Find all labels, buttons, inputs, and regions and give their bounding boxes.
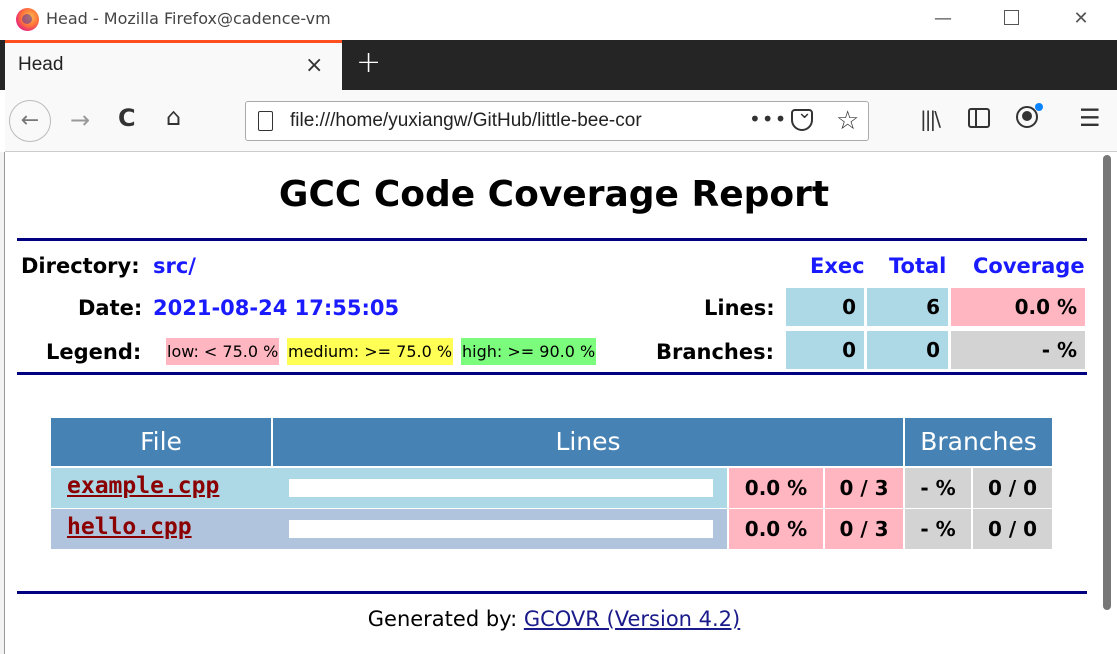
window-titlebar: Head - Mozilla Firefox@cadence-vm — ✕ (0, 0, 1117, 40)
new-tab-button[interactable]: + (356, 45, 381, 80)
branch-coverage-ratio: 0 / 0 (973, 509, 1052, 549)
account-notification-dot (1035, 103, 1043, 111)
maximize-icon (1003, 10, 1019, 25)
lines-coverage-value: 0.0 % (951, 288, 1085, 326)
maximize-button[interactable] (988, 4, 1034, 34)
table-row: example.cpp (51, 468, 727, 508)
branch-coverage-percent: - % (905, 509, 971, 549)
coverage-bar (289, 479, 713, 497)
coverage-column-header: Coverage (973, 254, 1085, 278)
lines-exec-value: 0 (786, 288, 864, 326)
legend-low: low: < 75.0 % (166, 338, 280, 365)
window-close-button[interactable]: ✕ (1058, 4, 1104, 34)
forward-button[interactable]: → (70, 108, 90, 132)
total-column-header: Total (889, 254, 947, 278)
legend-label: Legend: (46, 340, 142, 364)
back-button[interactable]: ← (9, 100, 51, 142)
page-content: GCC Code Coverage Report Directory: src/… (5, 152, 1117, 654)
branches-summary-label: Branches: (656, 340, 775, 364)
directory-value: src/ (153, 254, 196, 278)
url-text[interactable]: file:///home/yuxiangw/GitHub/little-bee-… (290, 110, 718, 132)
line-coverage-percent: 0.0 % (729, 468, 823, 508)
tab-head[interactable]: Head × (5, 40, 342, 90)
file-link[interactable]: hello.cpp (67, 514, 192, 540)
url-bar[interactable]: file:///home/yuxiangw/GitHub/little-bee-… (245, 101, 869, 141)
footer-rule (17, 591, 1087, 594)
legend-medium: medium: >= 75.0 % (287, 338, 454, 365)
minimize-button[interactable]: — (920, 4, 966, 34)
sidebar-toggle-icon[interactable] (968, 108, 990, 128)
pocket-icon[interactable] (791, 102, 813, 131)
account-icon[interactable] (1016, 106, 1038, 128)
footer-prefix: Generated by: (367, 607, 518, 631)
tab-label: Head (18, 54, 64, 75)
window-title: Head - Mozilla Firefox@cadence-vm (46, 9, 331, 28)
top-rule (17, 238, 1087, 241)
coverage-bar (289, 520, 713, 538)
page-actions-button[interactable]: ••• (749, 107, 787, 131)
firefox-logo-icon (16, 8, 39, 31)
page-icon (258, 111, 273, 131)
tab-strip: Head × + (0, 40, 1117, 90)
lines-total-value: 6 (867, 288, 948, 326)
line-coverage-ratio: 0 / 3 (825, 468, 903, 508)
line-coverage-percent: 0.0 % (729, 509, 823, 549)
date-label: Date: (78, 296, 143, 320)
home-button[interactable]: ⌂ (166, 105, 181, 129)
vertical-scrollbar[interactable] (1103, 155, 1111, 610)
line-coverage-ratio: 0 / 3 (825, 509, 903, 549)
header-bottom-rule (17, 372, 1087, 375)
gcovr-link[interactable]: GCOVR (Version 4.2) (524, 607, 740, 631)
lines-summary-label: Lines: (704, 296, 775, 320)
bookmark-star-icon[interactable]: ☆ (836, 106, 859, 136)
exec-column-header: Exec (810, 254, 865, 278)
navigation-toolbar: ← → C ⌂ file:///home/yuxiangw/GitHub/lit… (5, 90, 1117, 152)
lines-column-header: Lines (273, 418, 903, 466)
file-column-header: File (51, 418, 271, 466)
branches-total-value: 0 (867, 331, 948, 369)
legend-high: high: >= 90.0 % (461, 338, 597, 365)
reload-button[interactable]: C (118, 106, 136, 130)
report-title: GCC Code Coverage Report (278, 174, 830, 215)
branches-exec-value: 0 (786, 331, 864, 369)
footer: Generated by: GCOVR (Version 4.2) (5, 607, 1103, 631)
file-link[interactable]: example.cpp (67, 473, 219, 499)
library-icon[interactable]: |||\ (920, 107, 941, 131)
date-value: 2021-08-24 17:55:05 (153, 296, 400, 320)
branch-coverage-ratio: 0 / 0 (973, 468, 1052, 508)
branches-coverage-value: - % (951, 331, 1085, 369)
branches-column-header: Branches (905, 418, 1052, 466)
directory-label: Directory: (21, 254, 140, 278)
hamburger-menu-icon[interactable]: ☰ (1079, 104, 1101, 132)
branch-coverage-percent: - % (905, 468, 971, 508)
table-row: hello.cpp (51, 509, 727, 549)
tab-close-button[interactable]: × (305, 53, 323, 78)
